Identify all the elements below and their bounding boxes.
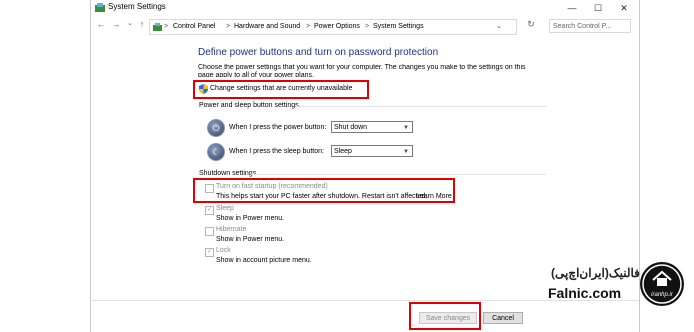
page-description: Choose the power settings that you want …	[198, 64, 526, 77]
page-heading: Define power buttons and turn on passwor…	[198, 47, 439, 58]
hibernate-checkbox[interactable]	[205, 227, 214, 236]
control-panel-small-icon	[153, 23, 162, 31]
control-panel-icon	[95, 3, 105, 12]
brand-persian-text: فالنیک(ایران‌اچ‌پی)	[551, 266, 640, 280]
window-title: System Settings	[108, 2, 166, 11]
sleep-button-label: When I press the sleep button:	[229, 148, 324, 155]
forward-arrow-icon[interactable]: →	[111, 19, 121, 29]
breadcrumb-system-settings[interactable]: System Settings	[373, 20, 424, 34]
refresh-icon[interactable]: ↻	[526, 19, 536, 30]
back-arrow-icon[interactable]: ←	[96, 19, 106, 29]
breadcrumb-separator: >	[365, 23, 370, 30]
highlight-box	[193, 178, 455, 203]
sleep-button-select[interactable]: Sleep ▼	[331, 145, 413, 157]
lock-option-description: Show in account picture menu.	[216, 257, 312, 264]
sleep-option-description: Show in Power menu.	[216, 215, 285, 222]
chevron-down-icon: ▼	[403, 125, 409, 131]
hibernate-option-label: Hibernate	[216, 226, 247, 233]
sleep-option-label: Sleep	[216, 205, 234, 212]
brand-logo-icon	[642, 264, 682, 304]
chevron-down-icon: ▼	[403, 149, 409, 155]
power-button-select-value: Shut down	[334, 124, 368, 131]
minimize-button[interactable]: —	[559, 0, 585, 16]
maximize-button[interactable]: ☐	[585, 0, 611, 16]
breadcrumb-separator: >	[164, 23, 169, 30]
sleep-checkbox[interactable]: ✓	[205, 206, 214, 215]
search-input[interactable]: Search Control P...	[549, 19, 631, 33]
lock-checkbox[interactable]: ✓	[205, 248, 214, 257]
cancel-button[interactable]: Cancel	[483, 312, 523, 324]
lock-option-label: Lock	[216, 247, 231, 254]
sleep-button-select-value: Sleep	[334, 148, 352, 155]
system-settings-window: System Settings — ☐ ✕ ← → ⌄ ↑ > Control …	[90, 0, 640, 332]
address-bar[interactable]: > Control Panel > Hardware and Sound > P…	[149, 19, 517, 35]
breadcrumb-hardware-and-sound[interactable]: Hardware and Sound	[234, 20, 300, 34]
hibernate-option-description: Show in Power menu.	[216, 236, 285, 243]
power-section-title: Power and sleep button settings	[199, 102, 299, 109]
close-button[interactable]: ✕	[611, 0, 637, 16]
highlight-box	[409, 302, 481, 330]
highlight-box	[193, 80, 369, 99]
sleep-button-icon: ☾	[207, 143, 225, 161]
brand-domain-text: Falnic.com	[548, 285, 622, 301]
brand-logo-text: iranhp.ir	[651, 292, 673, 298]
section-divider	[296, 106, 546, 107]
breadcrumb-separator: >	[306, 23, 311, 30]
shutdown-section-title: Shutdown settings	[199, 170, 257, 177]
section-divider	[251, 174, 546, 175]
title-bar: System Settings — ☐ ✕	[91, 0, 639, 16]
breadcrumb-power-options[interactable]: Power Options	[314, 20, 360, 34]
breadcrumb-control-panel[interactable]: Control Panel	[173, 20, 215, 34]
recent-locations-icon[interactable]: ⌄	[125, 19, 135, 27]
power-button-select[interactable]: Shut down ▼	[331, 121, 413, 133]
address-row: ← → ⌄ ↑ > Control Panel > Hardware and S…	[91, 17, 639, 35]
address-dropdown-icon[interactable]: ⌄	[496, 20, 502, 34]
breadcrumb-separator: >	[226, 23, 231, 30]
power-button-label: When I press the power button:	[229, 124, 327, 131]
power-button-icon: ⏻	[207, 119, 225, 137]
up-arrow-icon[interactable]: ↑	[137, 19, 147, 29]
brand-logo: iranhp.ir	[640, 262, 684, 306]
